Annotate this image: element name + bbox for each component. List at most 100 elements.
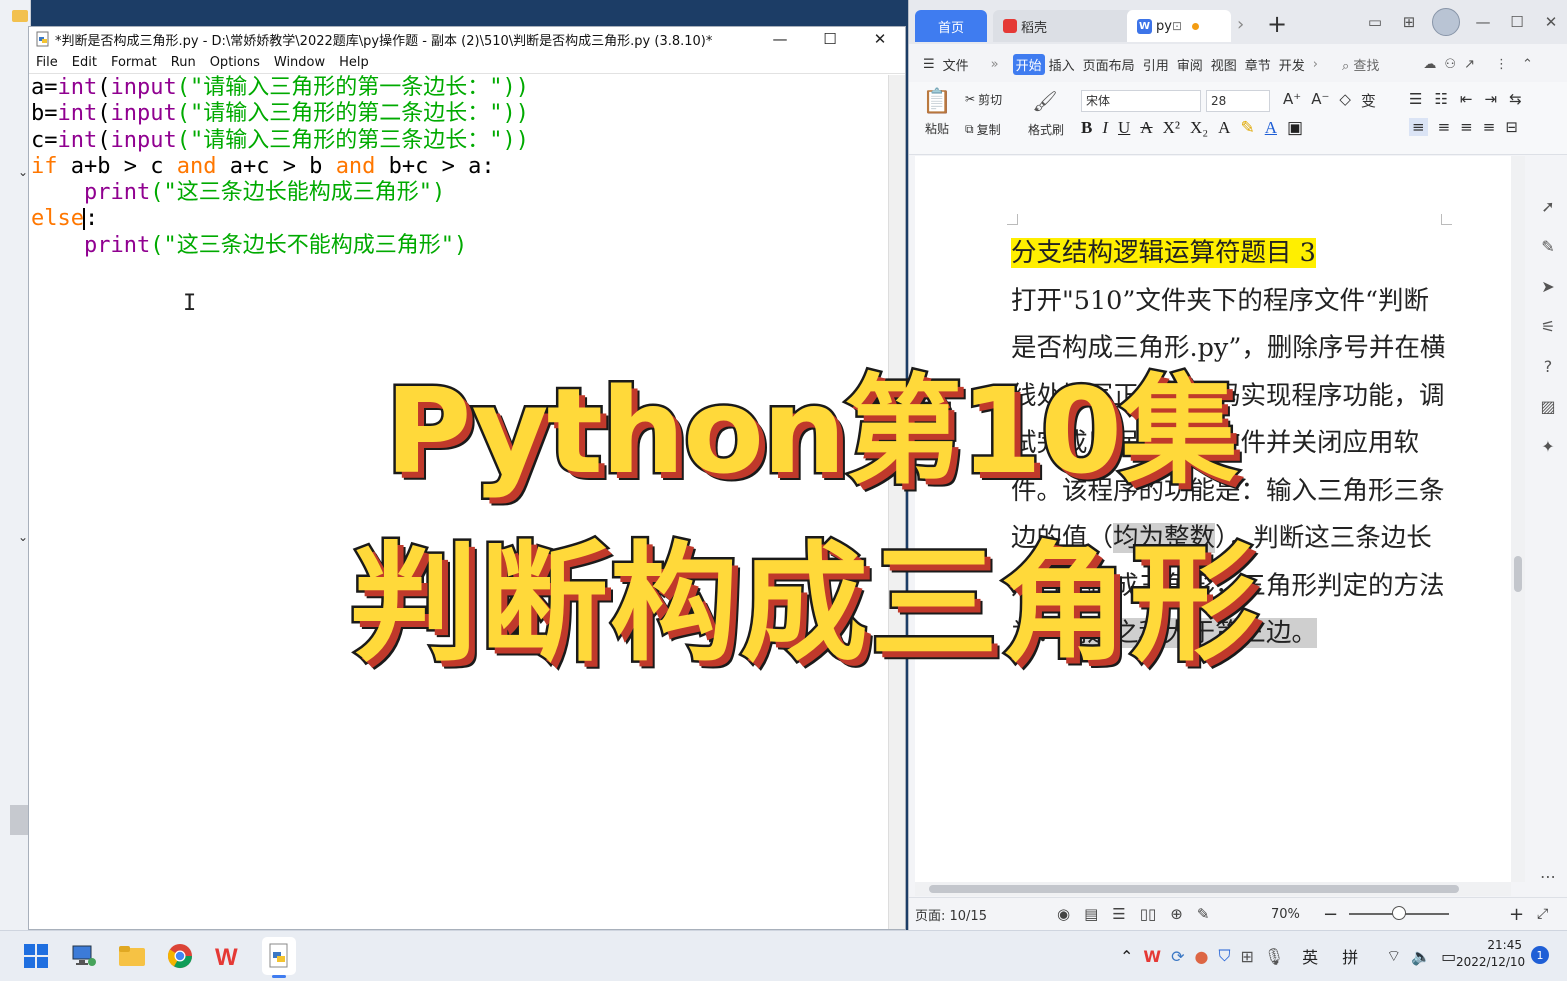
python-idle-icon[interactable]	[263, 940, 295, 972]
bold-icon[interactable]: B	[1081, 118, 1092, 138]
cut-button[interactable]: ✂ 剪切	[965, 90, 1002, 108]
chevron-down-icon[interactable]: ⌄	[18, 165, 28, 179]
paste-button[interactable]: 粘贴	[915, 120, 959, 136]
menu-window[interactable]: Window	[267, 55, 332, 70]
user-share-icon[interactable]: ⚇	[1440, 57, 1460, 72]
file-explorer-icon[interactable]	[116, 940, 148, 972]
chevron-right-icon[interactable]: ›	[1237, 14, 1244, 35]
chevron-down-icon[interactable]: ⌄	[18, 530, 28, 544]
shrink-font-icon[interactable]: A⁻	[1311, 90, 1329, 111]
maximize-button[interactable]: ☐	[805, 27, 855, 51]
chrome-icon[interactable]	[164, 940, 196, 972]
scrollbar-thumb[interactable]	[1514, 556, 1522, 592]
menu-options[interactable]: Options	[203, 55, 267, 70]
format-painter-icon[interactable]: 🖌	[1027, 86, 1063, 116]
tab-reference[interactable]: 引用	[1139, 55, 1173, 74]
wps-tray-icon[interactable]: W	[1143, 947, 1161, 966]
tab-developer[interactable]: 开发	[1275, 55, 1309, 74]
rocket-icon[interactable]: ➚	[1528, 186, 1567, 226]
maximize-button[interactable]: ☐	[1500, 13, 1534, 31]
tab-review[interactable]: 审阅	[1173, 55, 1207, 74]
hamburger-icon[interactable]: ☰	[919, 57, 939, 72]
qq-icon[interactable]: ●	[1194, 947, 1208, 966]
tab-start[interactable]: 开始	[1012, 53, 1045, 75]
collapse-ribbon-icon[interactable]: ⌃	[1518, 57, 1537, 72]
scrollbar-thumb[interactable]	[10, 805, 28, 835]
pen-icon[interactable]: ✎	[1528, 226, 1567, 266]
microphone-icon[interactable]: 🎙	[1264, 947, 1284, 966]
tab-insert[interactable]: 插入	[1045, 55, 1079, 74]
idle-titlebar[interactable]: *判断是否构成三角形.py - D:\常娇娇教学\2022题库\py操作题 - …	[29, 27, 905, 51]
pointer-icon[interactable]: ➤	[1528, 266, 1567, 306]
decrease-indent-icon[interactable]: ⇤	[1460, 90, 1473, 108]
text-effect-icon[interactable]: A	[1218, 118, 1230, 138]
web-view-icon[interactable]: ⊕	[1170, 905, 1183, 923]
align-center-icon[interactable]: ≡	[1438, 118, 1451, 136]
tab-document[interactable]: Wpy ⊡	[1127, 10, 1231, 42]
text-direction-icon[interactable]: ⇆	[1509, 90, 1522, 108]
font-color-icon[interactable]: A	[1265, 118, 1277, 138]
fit-page-icon[interactable]: ⤢	[1537, 906, 1548, 922]
tab-page-layout[interactable]: 页面布局	[1079, 55, 1139, 74]
wps-office-icon[interactable]: W	[212, 940, 244, 972]
tab-chapter[interactable]: 章节	[1241, 55, 1275, 74]
font-family-select[interactable]: 宋体	[1081, 90, 1201, 112]
minimize-button[interactable]: —	[755, 27, 805, 51]
help-icon[interactable]: ?	[1528, 346, 1567, 386]
italic-icon[interactable]: I	[1102, 118, 1108, 138]
avatar[interactable]	[1432, 8, 1460, 36]
cloud-icon[interactable]: ☁	[1419, 57, 1440, 72]
network-device-icon[interactable]: ⊞	[1240, 947, 1253, 966]
highlight-color-icon[interactable]: ✎	[1240, 118, 1254, 138]
system-clock[interactable]: 21:45 2022/12/10	[1456, 937, 1525, 971]
settings-sliders-icon[interactable]: ⚟	[1528, 306, 1567, 346]
char-border-icon[interactable]: ▣	[1287, 118, 1303, 138]
chevron-right-icon[interactable]: ›	[1309, 57, 1322, 72]
pinyin-guide-icon[interactable]: 变	[1361, 90, 1376, 111]
copy-button[interactable]: ⧉ 复制	[965, 120, 1001, 138]
close-button[interactable]: ✕	[1534, 13, 1567, 31]
strikethrough-icon[interactable]: A	[1140, 118, 1152, 138]
tab-daoke[interactable]: 稻壳	[993, 10, 1133, 42]
search-button[interactable]: ⌕ 查找	[1338, 55, 1383, 74]
shield-icon[interactable]: ⛉	[1218, 946, 1230, 966]
page-indicator[interactable]: 页面: 10/15	[915, 905, 987, 924]
new-tab-button[interactable]: +	[1267, 10, 1287, 38]
editor-scrollbar[interactable]	[888, 75, 905, 929]
grid-apps-icon[interactable]: ⊞	[1392, 13, 1426, 31]
menu-format[interactable]: Format	[104, 55, 164, 70]
bullet-list-icon[interactable]: ☰	[1409, 90, 1422, 108]
image-tools-icon[interactable]: ▨	[1528, 386, 1567, 426]
superscript-icon[interactable]: X²	[1163, 118, 1180, 138]
zoom-slider-handle[interactable]	[1392, 906, 1406, 920]
code-editor[interactable]: a=int(input("请输入三角形的第一条边长：")) b=int(input…	[29, 75, 889, 929]
ime-language[interactable]: 英	[1302, 944, 1318, 968]
menu-file[interactable]: 文件	[939, 55, 973, 74]
align-right-icon[interactable]: ≡	[1460, 118, 1473, 136]
battery-icon[interactable]: ▭	[1441, 947, 1456, 966]
tab-view[interactable]: 视图	[1207, 55, 1241, 74]
spark-icon[interactable]: ✦	[1528, 426, 1567, 466]
menu-run[interactable]: Run	[164, 55, 203, 70]
align-left-icon[interactable]: ≡	[1409, 118, 1428, 136]
ime-mode[interactable]: 拼	[1342, 944, 1358, 968]
zoom-level[interactable]: 70%	[1271, 907, 1300, 922]
menu-help[interactable]: Help	[332, 55, 376, 70]
windows-start-icon[interactable]	[20, 940, 52, 972]
menu-file[interactable]: File	[29, 55, 65, 70]
volume-icon[interactable]: 🔈	[1411, 947, 1431, 966]
write-mode-icon[interactable]: ✎	[1197, 905, 1210, 923]
subscript-icon[interactable]: X₂	[1190, 118, 1208, 138]
page-view-icon[interactable]: ▤	[1084, 905, 1098, 923]
close-button[interactable]: ✕	[855, 27, 905, 51]
notification-badge[interactable]: 1	[1531, 946, 1549, 964]
outline-view-icon[interactable]: ☰	[1112, 905, 1125, 923]
font-size-select[interactable]: 28	[1206, 90, 1270, 112]
menu-edit[interactable]: Edit	[65, 55, 104, 70]
clear-format-icon[interactable]: ◇	[1339, 90, 1351, 111]
document-horizontal-scrollbar[interactable]	[915, 882, 1511, 896]
scrollbar-thumb[interactable]	[929, 885, 1459, 893]
share-icon[interactable]: ↗	[1460, 57, 1479, 72]
distributed-align-icon[interactable]: ⊟	[1505, 118, 1518, 136]
justify-icon[interactable]: ≡	[1483, 118, 1496, 136]
